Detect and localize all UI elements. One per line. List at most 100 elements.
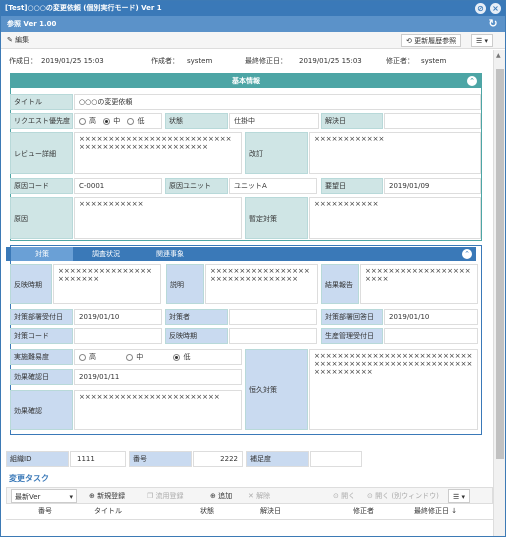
review-value: ××××××××××××××××××××××××××××××××××××××××…: [74, 132, 242, 174]
remove-button[interactable]: ✕ 解除: [248, 489, 270, 503]
vertical-scrollbar[interactable]: ▲: [493, 50, 505, 536]
open-icon: ⊙: [367, 492, 373, 500]
restore-icon[interactable]: ⊘: [475, 3, 486, 14]
explain-value: ××××××××××××××××××××××××××××××××: [205, 264, 318, 304]
radio-icon: [79, 353, 86, 361]
open-new-window-button[interactable]: ⊙ 開く (別ウィンドウ): [367, 489, 439, 503]
result-label: 結果報告: [321, 264, 359, 304]
difficulty-low[interactable]: 低: [173, 353, 190, 361]
priority-label: リクエスト優先度: [10, 113, 73, 129]
toolbar: ✎ 編集 ⟲ 更新履歴参照 ☰ ▾: [1, 32, 505, 49]
resolved-value: [384, 113, 481, 129]
permanent-value: ××××××××××××××××××××××××××××××××××××××××…: [309, 349, 478, 430]
add-button[interactable]: ⊕ 追加: [210, 489, 232, 503]
col-title[interactable]: タイトル: [94, 505, 122, 518]
review-label: レビュー詳細: [10, 132, 73, 174]
copy-icon: ❐: [147, 492, 154, 500]
revise-label: 改訂: [245, 132, 308, 174]
basic-info-title: 基本情報: [232, 77, 260, 85]
version-selected-value: 最新Ver: [15, 493, 41, 501]
edit-button[interactable]: ✎ 編集: [7, 34, 29, 47]
cause-code-value: C-0001: [74, 178, 162, 194]
priority-high-label: 高: [89, 117, 96, 125]
plus-icon: ⊕: [89, 492, 95, 500]
main-window: [Test]○○○の変更依頼 (個別実行モード) Ver 1 ⊘ × 参照 Ve…: [0, 0, 506, 537]
dept-received-label: 対策部署受付日: [10, 309, 73, 325]
code-value: [74, 328, 162, 344]
collapse-icon[interactable]: ⌃: [462, 249, 472, 259]
tab-related[interactable]: 関連事象: [139, 247, 201, 261]
collapse-icon[interactable]: ⌃: [467, 76, 477, 86]
scroll-up-icon[interactable]: ▲: [496, 52, 501, 59]
created-label: 作成日：: [9, 57, 37, 65]
cause-value: ×××××××××××: [74, 197, 242, 239]
status-label: 状態: [165, 113, 228, 129]
open-label: 開く: [341, 492, 356, 500]
scroll-thumb[interactable]: [496, 69, 504, 459]
priority-high[interactable]: 高: [79, 117, 96, 125]
reuse-button[interactable]: ❐ 流用登録: [147, 489, 184, 503]
col-modifier[interactable]: 修正者: [353, 505, 374, 518]
supplement-value: [310, 451, 362, 467]
history-button[interactable]: ⟲ 更新履歴参照: [401, 34, 462, 47]
priority-mid[interactable]: 中: [103, 117, 120, 125]
radio-icon: [127, 117, 135, 125]
refresh-icon[interactable]: ↻: [487, 18, 499, 30]
cause-code-label: 原因コード: [10, 178, 73, 194]
explain-label: 説明: [166, 264, 204, 304]
number-value: 2222: [193, 451, 243, 467]
radio-icon: [79, 117, 86, 125]
col-resolved[interactable]: 解決日: [260, 505, 281, 518]
prod-received-value: [384, 328, 478, 344]
task-table-header: 番号 タイトル 状態 解決日 修正者 最終修正日 ↓: [6, 505, 493, 520]
basic-info-header: 基本情報 ⌃: [11, 74, 481, 88]
difficulty-radio-group: 高 中 低: [74, 349, 242, 365]
col-modified[interactable]: 最終修正日 ↓: [414, 505, 457, 518]
prod-received-label: 生産管理受付日: [321, 328, 383, 344]
effect-label: 効果確認: [10, 390, 73, 430]
difficulty-low-label: 低: [183, 353, 191, 361]
temp-measure-label: 暫定対策: [245, 197, 308, 239]
resolved-label: 解決日: [321, 113, 383, 129]
open-button[interactable]: ⊙ 開く: [333, 489, 355, 503]
dept-reply-value: 2019/01/10: [384, 309, 478, 325]
history-label: 更新履歴参照: [414, 37, 457, 45]
effect-value: ××××××××××××××××××××××××: [74, 390, 242, 430]
status-value: 仕掛中: [229, 113, 319, 129]
x-icon: ✕: [248, 492, 254, 500]
reflect2-value: [229, 328, 317, 344]
difficulty-mid[interactable]: 中: [126, 353, 143, 361]
col-number[interactable]: 番号: [38, 505, 52, 518]
edit-label: 編集: [15, 36, 30, 44]
new-task-button[interactable]: ⊕ 新規登録: [89, 489, 125, 503]
difficulty-high-label: 高: [89, 353, 96, 361]
modifier-label: 修正者：: [386, 57, 414, 65]
open-new-window-label: 開く (別ウィンドウ): [375, 492, 439, 500]
task-menu-button[interactable]: ☰ ▾: [448, 489, 471, 503]
close-icon[interactable]: ×: [490, 3, 501, 14]
add-label: 追加: [218, 492, 233, 500]
person-label: 対策者: [165, 309, 228, 325]
col-status[interactable]: 状態: [200, 505, 214, 518]
tab-investigation[interactable]: 調査状況: [75, 247, 137, 261]
link-icon: ⊕: [210, 492, 216, 500]
difficulty-high[interactable]: 高: [79, 353, 96, 361]
code-label: 対策コード: [10, 328, 73, 344]
tab-measures[interactable]: 対策: [11, 247, 73, 261]
version-select[interactable]: 最新Ver ▾: [11, 489, 77, 503]
number-label: 番号: [129, 451, 192, 467]
request-date-label: 要望日: [321, 178, 383, 194]
cause-label: 原因: [10, 197, 73, 239]
cause-unit-label: 原因ユニット: [165, 178, 228, 194]
modifier-value: system: [421, 57, 447, 65]
org-id-label: 組織ID: [6, 451, 69, 467]
priority-low[interactable]: 低: [127, 117, 144, 125]
effect-date-value: 2019/01/11: [74, 369, 242, 385]
dept-received-value: 2019/01/10: [74, 309, 162, 325]
window-title: [Test]○○○の変更依頼 (個別実行モード) Ver 1: [5, 4, 162, 12]
change-task-heading: 変更タスク: [9, 474, 49, 483]
menu-icon: ☰ ▾: [453, 493, 466, 501]
menu-button[interactable]: ☰ ▾: [471, 34, 494, 47]
priority-mid-label: 中: [113, 117, 121, 125]
reflect-label: 反映時期: [10, 264, 52, 304]
